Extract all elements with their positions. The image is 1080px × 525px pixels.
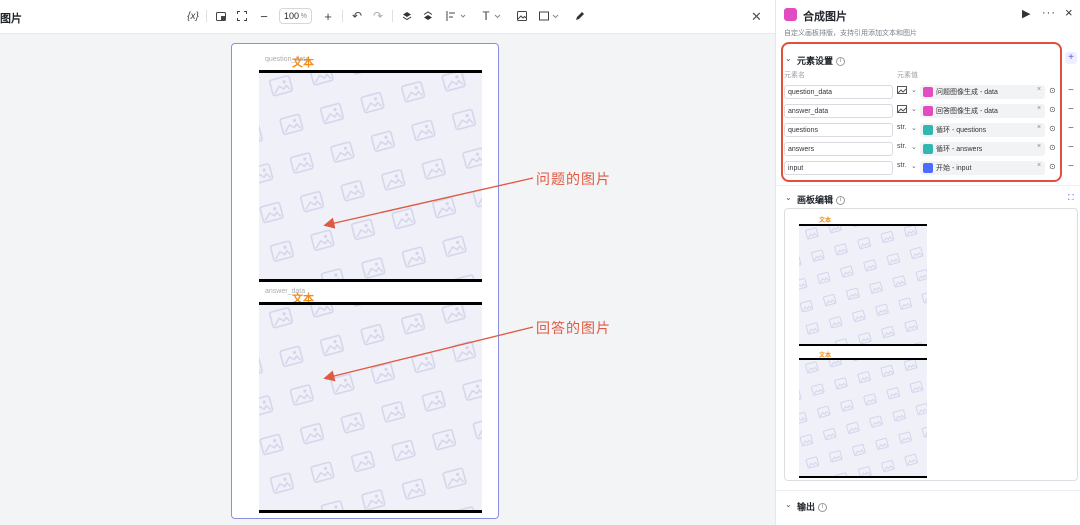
image-pattern-icon: [799, 226, 927, 344]
annotation-question-image: 问题的图片: [536, 172, 611, 188]
element-settings-title: 元素设置: [797, 56, 834, 66]
string-type-label[interactable]: str.: [897, 162, 906, 169]
output-heading[interactable]: 输出 i: [797, 500, 828, 513]
element-value-text: 开始 - input: [936, 165, 972, 172]
element-row: input str. ⌄ 开始 - input × ⊙ −: [784, 161, 1074, 175]
image-gen-node-icon: [923, 106, 933, 116]
divider-line: [799, 344, 927, 346]
annotation-arrows: [323, 177, 534, 382]
remove-row-button[interactable]: −: [1068, 123, 1074, 134]
chevron-down-icon[interactable]: ⌄: [785, 500, 792, 509]
remove-row-button[interactable]: −: [1068, 161, 1074, 172]
start-node-icon: [923, 163, 933, 173]
column-header-name: 元素名: [784, 72, 805, 79]
remove-row-button[interactable]: −: [1068, 142, 1074, 153]
image-type-icon[interactable]: [897, 86, 907, 96]
string-type-label[interactable]: str.: [897, 124, 906, 131]
element-row: answer_data ⌄ 回答图像生成 - data × ⊙ −: [784, 104, 1074, 118]
chevron-down-icon[interactable]: ⌄: [785, 193, 792, 202]
section-divider: [776, 490, 1080, 491]
chevron-down-icon[interactable]: ⌄: [911, 124, 917, 132]
element-value-reference[interactable]: 循环 - answers ×: [920, 142, 1045, 156]
settings-circle-icon[interactable]: ⊙: [1049, 162, 1056, 171]
add-element-button[interactable]: +: [1065, 52, 1077, 64]
element-row: question_data ⌄ 问题图像生成 - data × ⊙ −: [784, 85, 1074, 99]
node-title[interactable]: 合成图片: [803, 8, 847, 24]
more-button[interactable]: ···: [1042, 7, 1056, 19]
preview-image-placeholder: [799, 226, 927, 344]
clear-icon[interactable]: ×: [1037, 105, 1041, 112]
remove-row-button[interactable]: −: [1068, 104, 1074, 115]
element-value-text: 循环 - questions: [936, 127, 987, 134]
element-value-text: 循环 - answers: [936, 146, 983, 153]
element-row: answers str. ⌄ 循环 - answers × ⊙ −: [784, 142, 1074, 156]
clear-icon[interactable]: ×: [1037, 143, 1041, 150]
chevron-down-icon[interactable]: ⌄: [911, 143, 917, 151]
element-name-input[interactable]: input: [784, 161, 893, 175]
canvas-editor: 图片 {x} − 100 % + ↶ ↷ T ✕ question_data 文…: [0, 0, 775, 525]
canvas-edit-heading[interactable]: 画板编辑 i: [797, 193, 846, 206]
settings-circle-icon[interactable]: ⊙: [1049, 124, 1056, 133]
expand-icon[interactable]: ⛶: [1068, 193, 1074, 203]
image-pattern-icon: [799, 360, 927, 477]
image-type-icon[interactable]: [897, 105, 907, 115]
element-value-text: 问题图像生成 - data: [936, 89, 998, 96]
text-watermark: 文本: [819, 218, 832, 224]
chevron-down-icon[interactable]: ⌄: [911, 162, 917, 170]
settings-circle-icon[interactable]: ⊙: [1049, 143, 1056, 152]
element-name-input[interactable]: question_data: [784, 85, 893, 99]
element-name-input[interactable]: answers: [784, 142, 893, 156]
clear-icon[interactable]: ×: [1037, 162, 1041, 169]
clear-icon[interactable]: ×: [1037, 124, 1041, 131]
annotation-answer-image: 回答的图片: [536, 321, 611, 337]
remove-row-button[interactable]: −: [1068, 85, 1074, 96]
element-value-reference[interactable]: 循环 - questions ×: [920, 123, 1045, 137]
element-name-input[interactable]: questions: [784, 123, 893, 137]
string-type-label[interactable]: str.: [897, 143, 906, 150]
element-value-text: 回答图像生成 - data: [936, 108, 998, 115]
settings-circle-icon[interactable]: ⊙: [1049, 86, 1056, 95]
loop-node-icon: [923, 144, 933, 154]
column-header-value: 元素值: [897, 72, 918, 79]
divider-line: [799, 476, 927, 478]
canvas-preview[interactable]: 文本 文本: [784, 208, 1078, 481]
section-divider: [776, 185, 1080, 186]
settings-circle-icon[interactable]: ⊙: [1049, 105, 1056, 114]
preview-image-placeholder: [799, 360, 927, 477]
clear-icon[interactable]: ×: [1037, 86, 1041, 93]
element-name-input[interactable]: answer_data: [784, 104, 893, 118]
info-icon[interactable]: i: [836, 196, 846, 206]
element-value-reference[interactable]: 开始 - input ×: [920, 161, 1045, 175]
image-gen-node-icon: [923, 87, 933, 97]
info-icon[interactable]: i: [818, 503, 828, 513]
image-node-icon: [784, 8, 797, 21]
loop-node-icon: [923, 125, 933, 135]
play-icon[interactable]: ▶: [1022, 7, 1030, 20]
info-icon[interactable]: i: [836, 57, 846, 67]
node-description: 自定义画板排版，支持引用添加文本和图片: [784, 30, 917, 37]
element-value-reference[interactable]: 回答图像生成 - data ×: [920, 104, 1045, 118]
canvas-edit-title: 画板编辑: [797, 195, 834, 205]
element-settings-heading[interactable]: 元素设置 i: [797, 54, 846, 67]
output-title: 输出: [797, 502, 816, 512]
chevron-down-icon[interactable]: ⌄: [785, 54, 792, 63]
close-panel-button[interactable]: ×: [1065, 5, 1073, 20]
node-settings-panel: 合成图片 ▶ ··· × 自定义画板排版，支持引用添加文本和图片 ⌄ 元素设置 i…: [775, 0, 1080, 525]
element-row: questions str. ⌄ 循环 - questions × ⊙ −: [784, 123, 1074, 137]
chevron-down-icon[interactable]: ⌄: [911, 86, 917, 94]
chevron-down-icon[interactable]: ⌄: [911, 105, 917, 113]
element-value-reference[interactable]: 问题图像生成 - data ×: [920, 85, 1045, 99]
